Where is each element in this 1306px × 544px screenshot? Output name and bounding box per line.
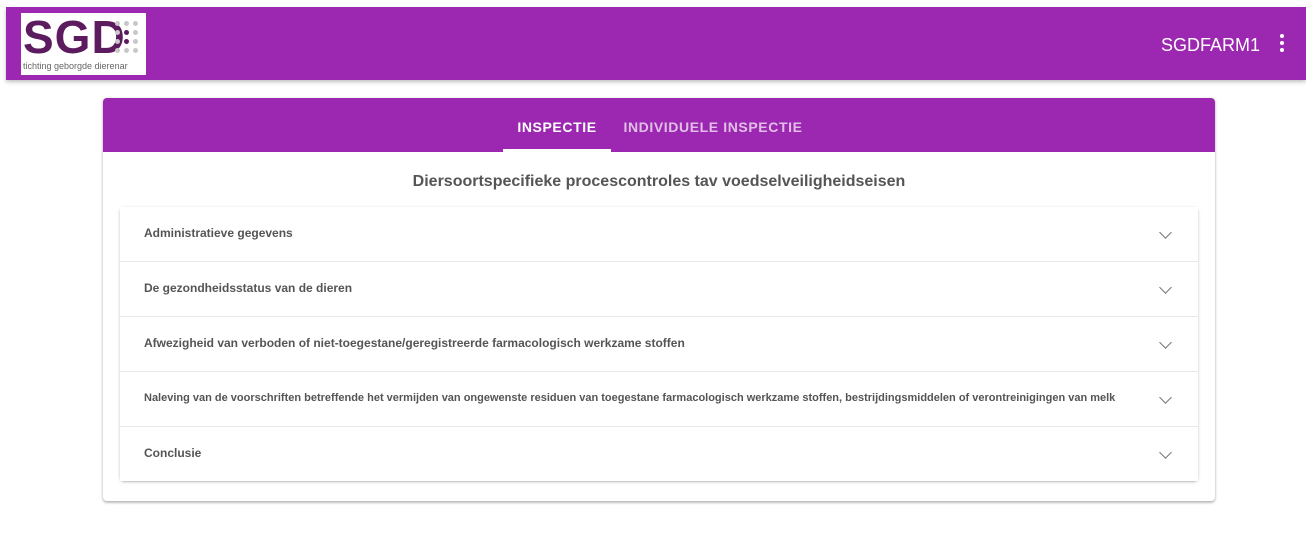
panel-gezondheidsstatus[interactable]: De gezondheidsstatus van de dieren: [120, 262, 1198, 317]
panel-administratieve-gegevens[interactable]: Administratieve gegevens: [120, 207, 1198, 262]
panel-label: Administratieve gegevens: [144, 226, 293, 240]
page-title: Diersoortspecifieke procescontroles tav …: [412, 173, 906, 190]
chevron-down-icon[interactable]: [1159, 336, 1172, 349]
inspection-card: INSPECTIE INDIVIDUELE INSPECTIE Diersoor…: [103, 98, 1215, 501]
top-strip: [0, 0, 1306, 7]
chevron-down-icon[interactable]: [1159, 446, 1172, 459]
chevron-down-icon[interactable]: [1159, 281, 1172, 294]
expansion-panels: Administratieve gegevens De gezondheidss…: [120, 207, 1198, 481]
sgd-logo[interactable]: SGD tichting geborgde dierenar: [21, 13, 146, 75]
user-name[interactable]: SGDFARM1: [1161, 35, 1260, 56]
logo-dots-icon: [115, 21, 141, 57]
chevron-down-icon[interactable]: [1159, 391, 1172, 404]
panel-naleving-voorschriften[interactable]: Naleving van de voorschriften betreffend…: [120, 372, 1198, 427]
app-bar: SGD tichting geborgde dierenar SGDFARM1: [6, 7, 1306, 80]
logo-subtitle: tichting geborgde dierenar: [23, 61, 128, 71]
tab-individuele-inspectie[interactable]: INDIVIDUELE INSPECTIE: [613, 98, 813, 152]
panel-conclusie[interactable]: Conclusie: [120, 427, 1198, 481]
tab-inspectie[interactable]: INSPECTIE: [503, 98, 611, 152]
panel-label: Afwezigheid van verboden of niet-toegest…: [144, 336, 685, 350]
more-vert-icon[interactable]: [1278, 34, 1286, 56]
tab-indicator: [503, 149, 611, 152]
panel-afwezigheid-verboden-stoffen[interactable]: Afwezigheid van verboden of niet-toegest…: [120, 317, 1198, 372]
tab-bar: INSPECTIE INDIVIDUELE INSPECTIE: [103, 98, 1215, 152]
chevron-down-icon[interactable]: [1159, 226, 1172, 239]
panel-label: Conclusie: [144, 446, 202, 460]
logo-text: SGD: [23, 13, 126, 63]
panel-label: De gezondheidsstatus van de dieren: [144, 281, 353, 295]
panel-label: Naleving van de voorschriften betreffend…: [144, 392, 1116, 404]
